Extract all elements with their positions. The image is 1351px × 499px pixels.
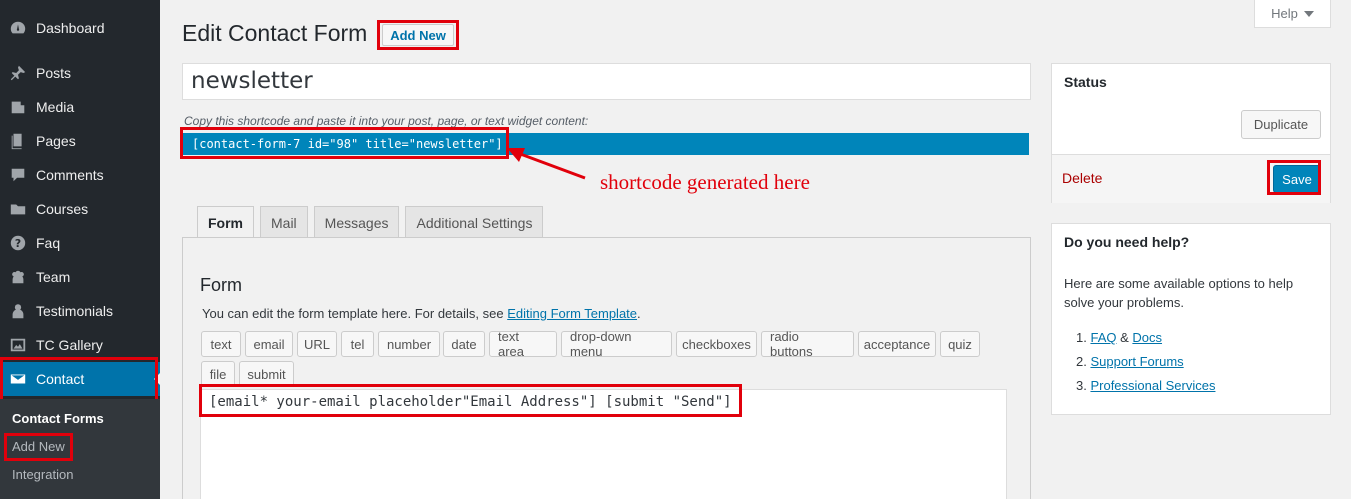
- ampersand: &: [1116, 330, 1133, 345]
- help-box: Do you need help? Here are some availabl…: [1051, 223, 1331, 415]
- sidebar-item-media[interactable]: Media: [0, 90, 160, 124]
- folder-icon: [8, 199, 28, 219]
- highlight-save: [1267, 160, 1321, 195]
- dashboard-icon: [8, 18, 28, 38]
- annotation-arrow-icon: [507, 148, 586, 180]
- shortcode-hint: Copy this shortcode and paste it into yo…: [184, 114, 589, 128]
- sidebar-item-dashboard[interactable]: Dashboard: [0, 11, 160, 45]
- list-item: 3. Professional Services: [1076, 374, 1215, 398]
- submenu-integration[interactable]: Integration: [12, 467, 73, 482]
- tab-messages[interactable]: Messages: [313, 206, 400, 238]
- tag-button-drop-down-menu[interactable]: drop-down menu: [561, 329, 672, 359]
- highlight-add-new: [377, 20, 459, 50]
- help-description: Here are some available options to help …: [1064, 276, 1294, 310]
- highlight-contact: [0, 357, 158, 402]
- list-number: 3.: [1076, 378, 1087, 393]
- docs-link[interactable]: Docs: [1132, 330, 1162, 345]
- sidebar-item-pages[interactable]: Pages: [0, 124, 160, 158]
- sidebar-item-faq[interactable]: ? Faq: [0, 226, 160, 260]
- sidebar-item-label: TC Gallery: [36, 337, 103, 353]
- form-title-input[interactable]: newsletter: [182, 63, 1031, 100]
- sidebar-item-label: Courses: [36, 201, 89, 217]
- professional-services-link[interactable]: Professional Services: [1090, 378, 1215, 393]
- panel-description: You can edit the form template here. For…: [202, 306, 641, 321]
- tag-button-url[interactable]: URL: [297, 331, 337, 357]
- sidebar-item-courses[interactable]: Courses: [0, 192, 160, 226]
- sidebar-item-label: Dashboard: [36, 20, 105, 36]
- question-icon: ?: [8, 233, 28, 253]
- highlight-add-new-submenu: [4, 433, 73, 461]
- list-item: 2. Support Forums: [1076, 350, 1215, 374]
- sidebar-item-posts[interactable]: Posts: [0, 56, 160, 90]
- faq-link[interactable]: FAQ: [1090, 330, 1116, 345]
- tag-button-email[interactable]: email: [245, 331, 293, 357]
- list-number: 1.: [1076, 330, 1087, 345]
- gallery-icon: [8, 335, 28, 355]
- sidebar-item-label: Posts: [36, 65, 72, 81]
- list-item: 1. FAQ & Docs: [1076, 326, 1215, 350]
- highlight-shortcode: [180, 127, 509, 159]
- tab-form[interactable]: Form: [197, 206, 254, 239]
- tag-button-date[interactable]: date: [443, 331, 485, 357]
- highlight-form-template: [199, 384, 742, 417]
- page-title: Edit Contact Form: [182, 20, 368, 46]
- status-title: Status: [1064, 74, 1107, 90]
- tag-button-number[interactable]: number: [378, 331, 440, 357]
- svg-text:?: ?: [15, 237, 21, 250]
- pages-icon: [8, 131, 28, 151]
- help-title: Do you need help?: [1064, 234, 1190, 250]
- form-panel: Form You can edit the form template here…: [182, 237, 1031, 499]
- sidebar-item-label: Pages: [36, 133, 76, 149]
- sidebar-item-label: Comments: [36, 167, 104, 183]
- support-forums-link[interactable]: Support Forums: [1090, 354, 1183, 369]
- comment-icon: [8, 165, 28, 185]
- sidebar-item-testimonials[interactable]: Testimonials: [0, 294, 160, 328]
- help-tab-label: Help: [1271, 6, 1298, 21]
- sidebar-item-team[interactable]: Team: [0, 260, 160, 294]
- help-tab-button[interactable]: Help: [1254, 0, 1331, 28]
- media-icon: [8, 97, 28, 117]
- tag-button-acceptance[interactable]: acceptance: [858, 331, 936, 357]
- sidebar-item-label: Media: [36, 99, 75, 115]
- panel-desc-prefix: You can edit the form template here. For…: [202, 306, 508, 321]
- admin-sidebar: Dashboard Posts Media Pages Comments Cou…: [0, 0, 160, 499]
- team-icon: [8, 267, 28, 287]
- sidebar-item-label: Team: [36, 269, 71, 285]
- pin-icon: [8, 63, 28, 83]
- editing-form-template-link[interactable]: Editing Form Template: [507, 306, 637, 321]
- tag-button-tel[interactable]: tel: [341, 331, 374, 357]
- tag-button-radio-buttons[interactable]: radio buttons: [761, 329, 854, 359]
- tag-button-text[interactable]: text: [201, 331, 241, 357]
- sidebar-item-label: Testimonials: [36, 303, 114, 319]
- tag-button-quiz[interactable]: quiz: [940, 331, 980, 357]
- tag-button-checkboxes[interactable]: checkboxes: [676, 331, 757, 357]
- sidebar-item-comments[interactable]: Comments: [0, 158, 160, 192]
- help-list: 1. FAQ & Docs 2. Support Forums 3. Profe…: [1076, 326, 1215, 398]
- delete-link[interactable]: Delete: [1062, 170, 1102, 186]
- person-icon: [8, 301, 28, 321]
- panel-heading: Form: [200, 275, 242, 295]
- panel-desc-suffix: .: [637, 306, 641, 321]
- sidebar-item-label: Faq: [36, 235, 61, 251]
- tag-button-text-area[interactable]: text area: [489, 329, 557, 359]
- tab-mail[interactable]: Mail: [260, 206, 308, 238]
- main-content: Edit Contact Form Add New Help newslette…: [160, 0, 1351, 499]
- editor-tabs: Form Mail Messages Additional Settings: [197, 206, 544, 239]
- tab-additional-settings[interactable]: Additional Settings: [405, 206, 544, 238]
- annotation-text: shortcode generated here: [600, 170, 810, 194]
- chevron-down-icon: [1303, 10, 1314, 17]
- submenu-contact-forms[interactable]: Contact Forms: [12, 411, 104, 426]
- duplicate-button[interactable]: Duplicate: [1241, 110, 1321, 139]
- list-number: 2.: [1076, 354, 1087, 369]
